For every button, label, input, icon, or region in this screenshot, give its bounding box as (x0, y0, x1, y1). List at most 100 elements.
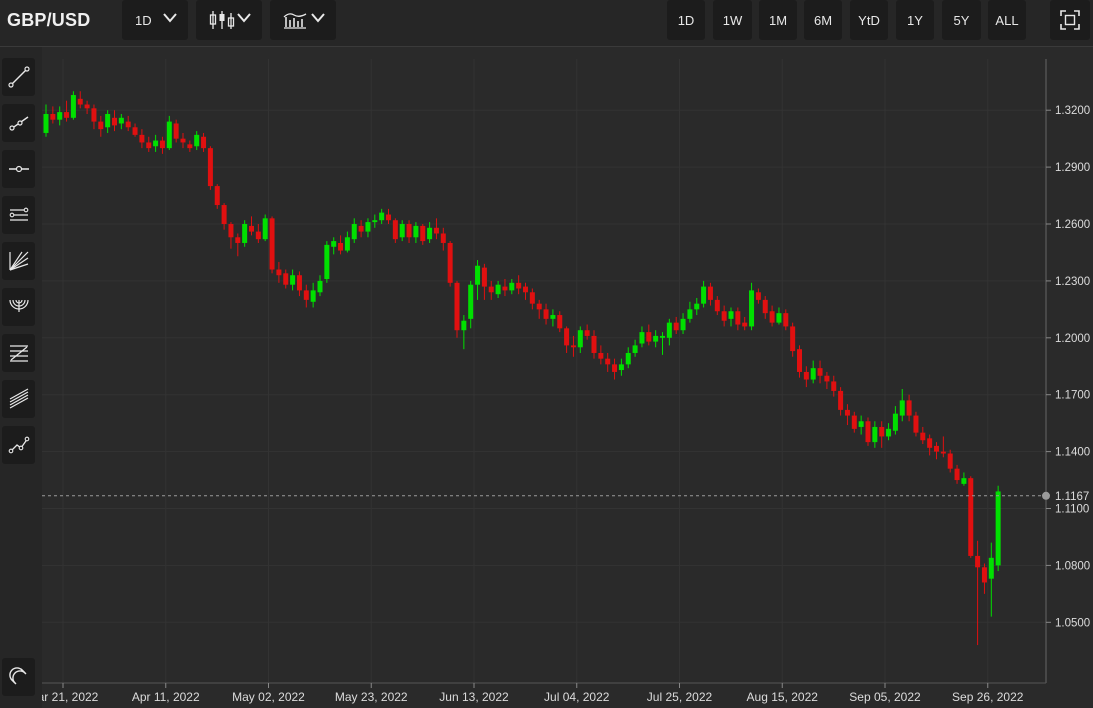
candle-body (776, 313, 782, 323)
x-tick-label: May 23, 2022 (335, 690, 408, 704)
y-tick-label: 1.1400 (1055, 447, 1090, 459)
y-tick-label: 1.1100 (1055, 504, 1089, 516)
candle-body (420, 225, 426, 242)
range-label: 1M (768, 12, 788, 28)
ray-tool-button[interactable] (2, 104, 35, 142)
y-tick-label: 1.3200 (1055, 105, 1090, 117)
chevron-down-icon (311, 13, 325, 23)
price-chart[interactable]: 1.3200 1.2900 1.2600 1.2300 1.2000 1.1700 1.14… (42, 47, 1093, 708)
candle-body (221, 205, 227, 225)
chart-type-dropdown[interactable] (196, 0, 262, 40)
candle-body (742, 322, 748, 327)
magnet-button[interactable] (2, 658, 35, 696)
candle-body (824, 375, 830, 382)
candle-body (632, 345, 638, 353)
candle-body (187, 144, 193, 149)
candle-body (701, 286, 707, 304)
candle-body (906, 400, 912, 416)
range-all-button[interactable]: ALL (988, 0, 1026, 40)
candle-body (57, 112, 63, 120)
candle-body (125, 121, 131, 128)
x-axis-ticks: Mar 21, 2022 Apr 11, 2022 May 02, 2022 May … (42, 683, 1024, 704)
candle-body (386, 214, 391, 221)
horizontal-line-button[interactable] (2, 150, 35, 188)
candle-body (618, 364, 624, 371)
candle-body (331, 241, 337, 247)
candle-body (461, 320, 467, 331)
candle-body (153, 140, 159, 147)
range-1y-button[interactable]: 1Y (896, 0, 934, 40)
range-label: 6M (813, 12, 833, 28)
fibonacci-retracement-icon (9, 345, 28, 362)
range-6m-button[interactable]: 6M (804, 0, 842, 40)
candle-body (714, 299, 720, 312)
interval-dropdown[interactable]: 1D (122, 0, 188, 40)
candle-body (557, 315, 563, 329)
candle-body (399, 224, 405, 238)
fibonacci-retracement-button[interactable] (2, 334, 35, 372)
indicators-dropdown[interactable] (270, 0, 336, 40)
candle-body (810, 368, 816, 380)
parallel-channel-button[interactable] (2, 196, 35, 234)
candle-body (721, 311, 727, 321)
candle-body (132, 127, 138, 135)
candle-body (64, 112, 70, 118)
fan-lines-button[interactable] (2, 242, 35, 280)
candle-body (502, 286, 508, 291)
candle-body (797, 349, 802, 372)
candle-body (961, 478, 967, 484)
candle-body (872, 426, 878, 443)
candle-body (427, 227, 433, 240)
candle-body (338, 242, 344, 251)
candle-body (879, 426, 885, 437)
candle-body (536, 303, 542, 310)
trend-path-button[interactable] (2, 426, 35, 464)
candle-body (947, 453, 953, 469)
x-tick-label: Aug 15, 2022 (747, 690, 819, 704)
candle-body (70, 95, 76, 118)
candle-body (413, 225, 419, 238)
candle-body (529, 292, 535, 304)
candle-body (324, 244, 330, 280)
candle-body (159, 140, 165, 149)
candle-body (954, 468, 960, 481)
candle-body (975, 555, 981, 568)
candle-body (687, 309, 693, 319)
line-tool-icon (7, 66, 30, 88)
indicators-icon (283, 13, 307, 29)
candle-body (653, 335, 659, 342)
candle-body (605, 358, 611, 365)
candle-body (625, 352, 631, 365)
top-toolbar: GBP/USD 1D 1D 1W 1M 6M YtD 1Y 5Y ALL (0, 0, 1093, 47)
range-ytd-button[interactable]: YtD (850, 0, 888, 40)
candle-body (968, 478, 974, 556)
range-1w-button[interactable]: 1W (713, 0, 752, 40)
candle-body (180, 138, 186, 143)
current-price-marker: 1.1167 (42, 491, 1089, 503)
candle-body (838, 390, 844, 410)
current-price-label: 1.1167 (1055, 491, 1089, 503)
range-5y-button[interactable]: 5Y (942, 0, 981, 40)
candle-body (242, 224, 248, 243)
candle-body (365, 222, 371, 232)
fibonacci-arc-button[interactable] (2, 288, 35, 326)
candle-body (283, 273, 289, 285)
candle-body (817, 368, 823, 376)
x-tick-label: Sep 26, 2022 (952, 690, 1024, 704)
candle-body (317, 280, 323, 293)
range-1d-button[interactable]: 1D (667, 0, 705, 40)
candle-body (173, 123, 179, 139)
fullscreen-button[interactable] (1050, 0, 1090, 40)
candle-body (591, 335, 597, 353)
range-label: 1D (677, 12, 695, 28)
range-1m-button[interactable]: 1M (759, 0, 797, 40)
candlestick-chart-svg[interactable]: 1.3200 1.2900 1.2600 1.2300 1.2000 1.1700 1.14… (42, 47, 1093, 708)
candlestick-icon (209, 11, 235, 29)
line-tool-button[interactable] (2, 58, 35, 96)
candle-body (639, 332, 645, 344)
interval-label: 1D (135, 12, 152, 28)
pitchfork-button[interactable] (2, 380, 35, 418)
candle-body (694, 303, 700, 310)
magnet-icon (8, 667, 26, 685)
candle-body (680, 318, 686, 331)
